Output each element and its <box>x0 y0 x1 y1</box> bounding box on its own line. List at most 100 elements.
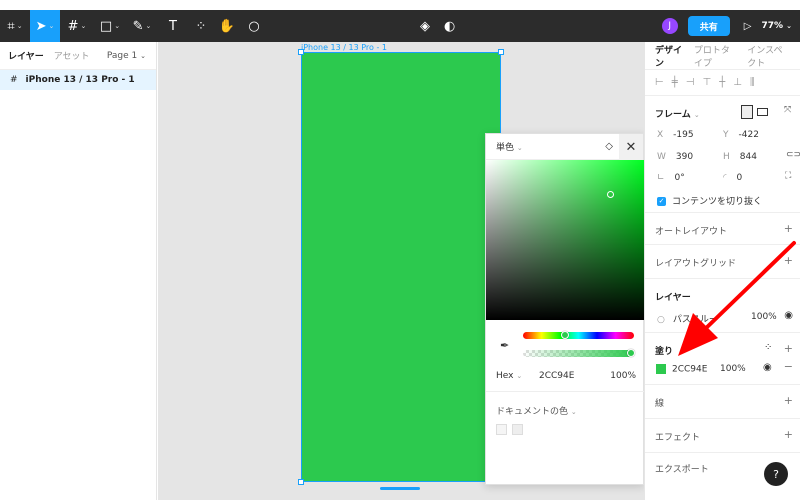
cursor-icon: ➤ <box>35 18 47 34</box>
x-field[interactable]: X -195 <box>657 130 694 140</box>
document-color-swatch[interactable] <box>496 424 507 435</box>
frame-dropdown[interactable]: フレーム ⌄ <box>655 107 700 120</box>
contrast-icon[interactable]: ◐ <box>444 19 455 34</box>
saturation-value-area[interactable] <box>486 160 645 320</box>
add-effect-icon[interactable]: + <box>784 428 793 441</box>
align-bottom-icon[interactable]: ⊥ <box>733 77 742 88</box>
opacity-input[interactable]: 100% <box>610 371 636 381</box>
w-label: W <box>657 152 666 162</box>
add-stroke-icon[interactable]: + <box>784 394 793 407</box>
align-left-icon[interactable]: ⊢ <box>655 77 664 88</box>
distribute-icon[interactable]: ⫼ <box>750 77 755 88</box>
add-auto-layout-icon[interactable]: + <box>784 222 793 235</box>
help-button[interactable]: ? <box>764 462 788 486</box>
resize-handle-top-right[interactable] <box>498 49 504 55</box>
opacity-slider-thumb[interactable] <box>627 349 635 357</box>
resources-button[interactable]: ⁘ <box>188 10 214 42</box>
main-menu-button[interactable]: ⌗ ⌄ <box>0 10 30 42</box>
align-top-icon[interactable]: ⊤ <box>702 77 711 88</box>
color-mode-dropdown[interactable]: Hex ⌄ <box>496 371 539 381</box>
fill-opacity-input[interactable]: 100% <box>720 364 746 374</box>
chevron-down-icon: ⌄ <box>16 22 23 30</box>
tab-prototype[interactable]: プロトタイプ <box>694 43 737 69</box>
rotation-icon: ∟ <box>657 173 665 183</box>
chevron-down-icon: ⌄ <box>516 144 523 152</box>
close-icon[interactable]: ✕ <box>619 134 643 160</box>
frame-iphone[interactable] <box>298 49 504 485</box>
stroke-title: 線 <box>655 399 665 409</box>
fill-color-swatch[interactable] <box>656 364 666 374</box>
opacity-slider[interactable] <box>523 349 635 357</box>
y-value: -422 <box>738 130 759 140</box>
tab-layers[interactable]: レイヤー <box>8 49 44 62</box>
shape-tool-button[interactable]: □ ⌄ <box>94 10 126 42</box>
frame-title: フレーム <box>655 110 691 120</box>
hand-tool-button[interactable]: ✋ <box>214 10 240 42</box>
layer-section: レイヤー ○ パススルー 100% ◉ <box>645 288 800 338</box>
color-picker-thumb[interactable] <box>607 191 614 198</box>
align-right-icon[interactable]: ⊣ <box>686 77 695 88</box>
independent-corners-icon[interactable]: ⛶ <box>785 171 791 181</box>
frame-label[interactable]: iPhone 13 / 13 Pro - 1 <box>301 43 387 52</box>
frame-tool-button[interactable]: # ⌄ <box>60 10 94 42</box>
tab-inspect[interactable]: インスペクト <box>747 43 790 69</box>
add-layout-grid-icon[interactable]: + <box>784 254 793 267</box>
layer-item[interactable]: # iPhone 13 / 13 Pro - 1 <box>0 70 156 90</box>
hue-slider[interactable] <box>523 331 634 339</box>
document-color-swatch[interactable] <box>512 424 523 435</box>
fill-type-dropdown[interactable]: 単色 ⌄ <box>496 140 523 153</box>
comment-tool-button[interactable]: ○ <box>240 10 268 42</box>
layer-opacity-input[interactable]: 100% <box>751 312 777 322</box>
resize-to-fit-icon[interactable]: ⤧ <box>784 105 791 115</box>
move-tool-button[interactable]: ➤ ⌄ <box>30 10 60 42</box>
styles-icon[interactable]: ⁘ <box>764 342 772 353</box>
tab-design[interactable]: デザイン <box>655 43 684 69</box>
resize-handle-bottom-left[interactable] <box>298 479 304 485</box>
corner-radius-field[interactable]: ◜ 0 <box>723 173 742 183</box>
eye-icon[interactable]: ◉ <box>784 310 793 321</box>
frame-icon: # <box>10 75 18 85</box>
hex-input[interactable]: 2CC94E <box>539 371 610 381</box>
remove-fill-icon[interactable]: − <box>784 360 793 373</box>
toolbar-center: ◈ ◐ <box>420 10 455 42</box>
text-tool-button[interactable]: T <box>158 10 188 42</box>
share-button[interactable]: 共有 <box>687 16 730 36</box>
align-center-v-icon[interactable]: ┼ <box>719 77 725 88</box>
resize-handle-top-left[interactable] <box>298 49 304 55</box>
portrait-icon[interactable] <box>741 105 753 119</box>
play-icon[interactable]: ▷ <box>744 21 752 32</box>
align-center-h-icon[interactable]: ╪ <box>672 77 678 88</box>
tab-assets[interactable]: アセット <box>54 49 90 62</box>
left-panel: レイヤー アセット Page 1 ⌄ # iPhone 13 / 13 Pro … <box>0 42 157 500</box>
height-field[interactable]: H 844 <box>723 152 757 162</box>
left-panel-tabs: レイヤー アセット Page 1 ⌄ <box>0 42 156 70</box>
divider <box>645 332 800 333</box>
add-fill-icon[interactable]: + <box>784 342 793 355</box>
width-field[interactable]: W 390 <box>657 152 693 162</box>
component-icon[interactable]: ◈ <box>420 19 430 34</box>
zoom-dropdown[interactable]: 77% ⌄ <box>761 21 792 31</box>
x-value: -195 <box>673 130 694 140</box>
y-field[interactable]: Y -422 <box>723 130 759 140</box>
canvas-scroll-indicator[interactable] <box>380 487 420 490</box>
chevron-down-icon: ⌄ <box>516 372 523 380</box>
divider <box>645 418 800 419</box>
constrain-proportions-icon[interactable]: ⊂⊃ <box>786 150 800 160</box>
blend-mode-dropdown[interactable]: ○ パススルー <box>657 312 718 325</box>
avatar[interactable]: J <box>661 18 678 34</box>
rotation-value: 0° <box>674 173 685 183</box>
chevron-down-icon: ⌄ <box>693 111 700 119</box>
blend-mode-icon[interactable]: ◇ <box>605 141 613 152</box>
eye-icon[interactable]: ◉ <box>763 362 772 373</box>
document-colors-dropdown[interactable]: ドキュメントの色 ⌄ <box>496 404 577 417</box>
fill-row[interactable]: 2CC94E <box>656 364 707 375</box>
chevron-down-icon: ⌄ <box>48 22 55 30</box>
clip-content-checkbox[interactable]: ✓ コンテンツを切り抜く <box>657 194 762 207</box>
eyedropper-icon[interactable]: ✒ <box>500 339 509 352</box>
rotation-field[interactable]: ∟ 0° <box>657 173 685 183</box>
hue-slider-thumb[interactable] <box>561 331 569 339</box>
pen-tool-button[interactable]: ✎ ⌄ <box>126 10 158 42</box>
landscape-icon[interactable] <box>757 108 768 116</box>
page-selector[interactable]: Page 1 ⌄ <box>107 51 146 61</box>
layer-item-label: iPhone 13 / 13 Pro - 1 <box>25 75 135 85</box>
